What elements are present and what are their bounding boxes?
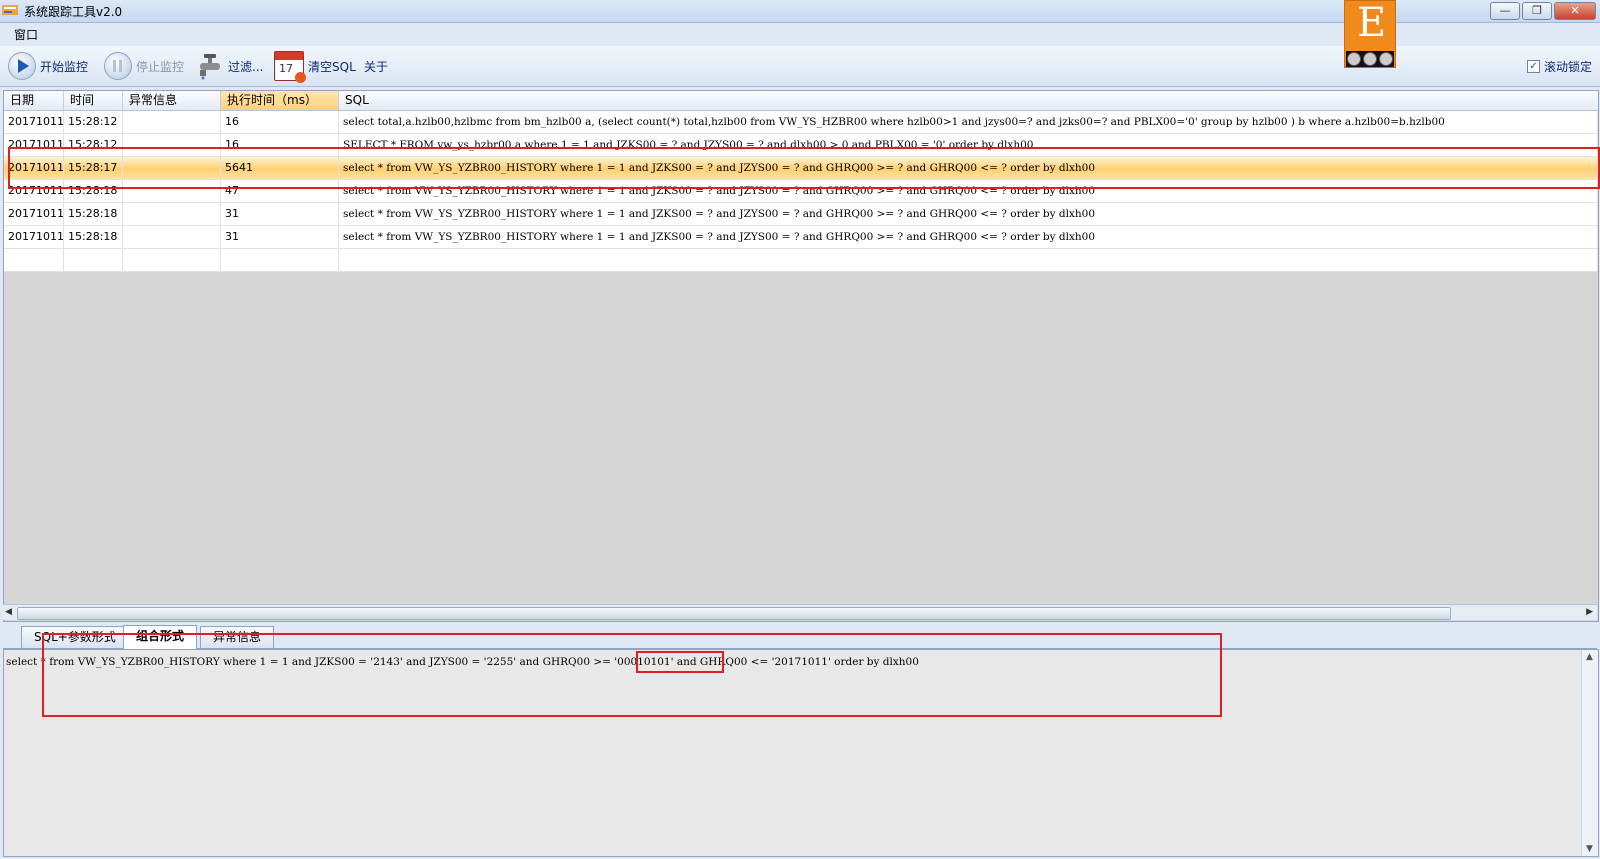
cell-error [123, 226, 221, 248]
cell-exec-time: 16 [221, 111, 339, 133]
cell-error [123, 111, 221, 133]
cell-date: 20171011 [4, 157, 64, 179]
cell-sql: select * from VW_YS_YZBR00_HISTORY where… [339, 226, 1598, 248]
cell-time: 15:28:18 [64, 226, 123, 248]
start-monitor-button[interactable]: 开始监控 [8, 46, 88, 86]
app-icon [2, 5, 18, 15]
scroll-down-icon[interactable]: ▼ [1586, 844, 1593, 854]
calendar-icon: 17 [274, 51, 306, 83]
cell-time: 15:28:18 [64, 180, 123, 202]
scroll-right-icon[interactable]: ▶ [1586, 607, 1593, 617]
scroll-left-icon[interactable]: ◀ [5, 607, 12, 617]
cell-time: 15:28:12 [64, 111, 123, 133]
cell-sql: select * from VW_YS_YZBR00_HISTORY where… [339, 157, 1598, 179]
clear-sql-button[interactable]: 17 清空SQL [274, 46, 356, 86]
cell-time: 15:28:18 [64, 203, 123, 225]
cell-date: 20171011 [4, 226, 64, 248]
combined-sql-text[interactable]: select * from VW_YS_YZBR00_HISTORY where… [6, 656, 919, 668]
cell-sql: SELECT * FROM vw_ys_hzbr00 a where 1 = 1… [339, 134, 1598, 156]
window-title: 系统跟踪工具v2.0 [24, 5, 123, 19]
table-row[interactable]: 20171011 15:28:18 31 select * from VW_YS_YZ… [4, 226, 1598, 249]
close-button[interactable]: ✕ [1554, 2, 1596, 20]
filter-label: 过滤... [228, 59, 264, 74]
play-icon [8, 52, 36, 80]
cell-sql: select * from VW_YS_YZBR00_HISTORY where… [339, 180, 1598, 202]
cell-exec-time: 31 [221, 226, 339, 248]
detail-tabs: SQL+参数形式 组合形式 异常信息 [3, 625, 1597, 649]
cell-exec-time: 16 [221, 134, 339, 156]
cell-error [123, 203, 221, 225]
cell-error [123, 157, 221, 179]
cell-date: 20171011 [4, 111, 64, 133]
about-label: 关于 [364, 59, 389, 74]
sql-log-grid: 日期 时间 异常信息 执行时间（ms） SQL 20171011 15:28:12… [3, 90, 1599, 622]
table-row[interactable]: 20171011 15:28:18 47 select * from VW_YS_YZ… [4, 180, 1598, 203]
cell-exec-time: 5641 [221, 157, 339, 179]
new-row-placeholder[interactable] [4, 249, 1598, 272]
column-exec-time[interactable]: 执行时间（ms） [221, 91, 339, 110]
table-row[interactable]: 20171011 15:28:12 16 SELECT * FROM vw_ys_hz… [4, 134, 1598, 157]
stop-monitor-label: 停止监控 [136, 59, 185, 74]
cell-date: 20171011 [4, 203, 64, 225]
table-row[interactable]: 20171011 15:28:12 16 select total,a.hzlb00,… [4, 111, 1598, 134]
clear-sql-label: 清空SQL [308, 59, 356, 74]
tab-combined[interactable]: 组合形式 [123, 625, 198, 649]
cell-exec-time: 47 [221, 180, 339, 202]
cell-time: 15:28:17 [64, 157, 123, 179]
scrollbar-thumb[interactable] [17, 607, 1451, 620]
cell-error [123, 249, 221, 271]
filter-button[interactable]: 过滤... [196, 46, 263, 86]
cell-date [4, 249, 64, 271]
stop-monitor-button[interactable]: 停止监控 [104, 46, 184, 86]
cell-exec-time: 31 [221, 203, 339, 225]
cell-sql [339, 249, 1598, 271]
cell-time: 15:28:12 [64, 134, 123, 156]
cell-date: 20171011 [4, 180, 64, 202]
grid-horizontal-scrollbar[interactable]: ◀ ▶ [3, 604, 1597, 620]
table-row[interactable]: 20171011 15:28:17 5641 select * from VW_YS_… [4, 157, 1598, 180]
cell-sql: select total,a.hzlb00,hzlbmc from bm_hzl… [339, 111, 1598, 133]
start-monitor-label: 开始监控 [40, 59, 89, 74]
minimize-button[interactable]: — [1490, 2, 1520, 20]
restore-button[interactable]: ❐ [1522, 2, 1552, 20]
scroll-up-icon[interactable]: ▲ [1586, 652, 1593, 662]
cell-time [64, 249, 123, 271]
about-button[interactable]: 关于 [364, 46, 388, 86]
cell-error [123, 134, 221, 156]
logo-letter: E [1357, 0, 1387, 46]
tab-sql-params[interactable]: SQL+参数形式 [21, 626, 129, 648]
column-date[interactable]: 日期 [4, 91, 64, 110]
table-row[interactable]: 20171011 15:28:18 31 select * from VW_YS_YZ… [4, 203, 1598, 226]
column-error[interactable]: 异常信息 [123, 91, 221, 110]
cell-error [123, 180, 221, 202]
sql-detail-panel[interactable]: select * from VW_YS_YZBR00_HISTORY where… [3, 649, 1599, 857]
column-sql[interactable]: SQL [339, 91, 1598, 110]
tab-error-info[interactable]: 异常信息 [200, 626, 275, 648]
detail-vertical-scrollbar[interactable]: ▲ ▼ [1581, 650, 1598, 856]
cell-sql: select * from VW_YS_YZBR00_HISTORY where… [339, 203, 1598, 225]
app-logo: E [1344, 0, 1396, 68]
faucet-icon [200, 54, 220, 80]
grid-header: 日期 时间 异常信息 执行时间（ms） SQL [4, 91, 1598, 111]
cell-exec-time [221, 249, 339, 271]
cell-date: 20171011 [4, 134, 64, 156]
scroll-lock-checkbox[interactable]: ✓ [1526, 60, 1540, 73]
calendar-number: 17 [279, 62, 293, 75]
scroll-lock-toggle[interactable]: ✓ 滚动锁定 [1526, 58, 1592, 75]
menu-window[interactable]: 窗口 [14, 26, 38, 43]
pause-icon [104, 52, 132, 80]
scroll-lock-label: 滚动锁定 [1543, 60, 1592, 74]
column-time[interactable]: 时间 [64, 91, 123, 110]
